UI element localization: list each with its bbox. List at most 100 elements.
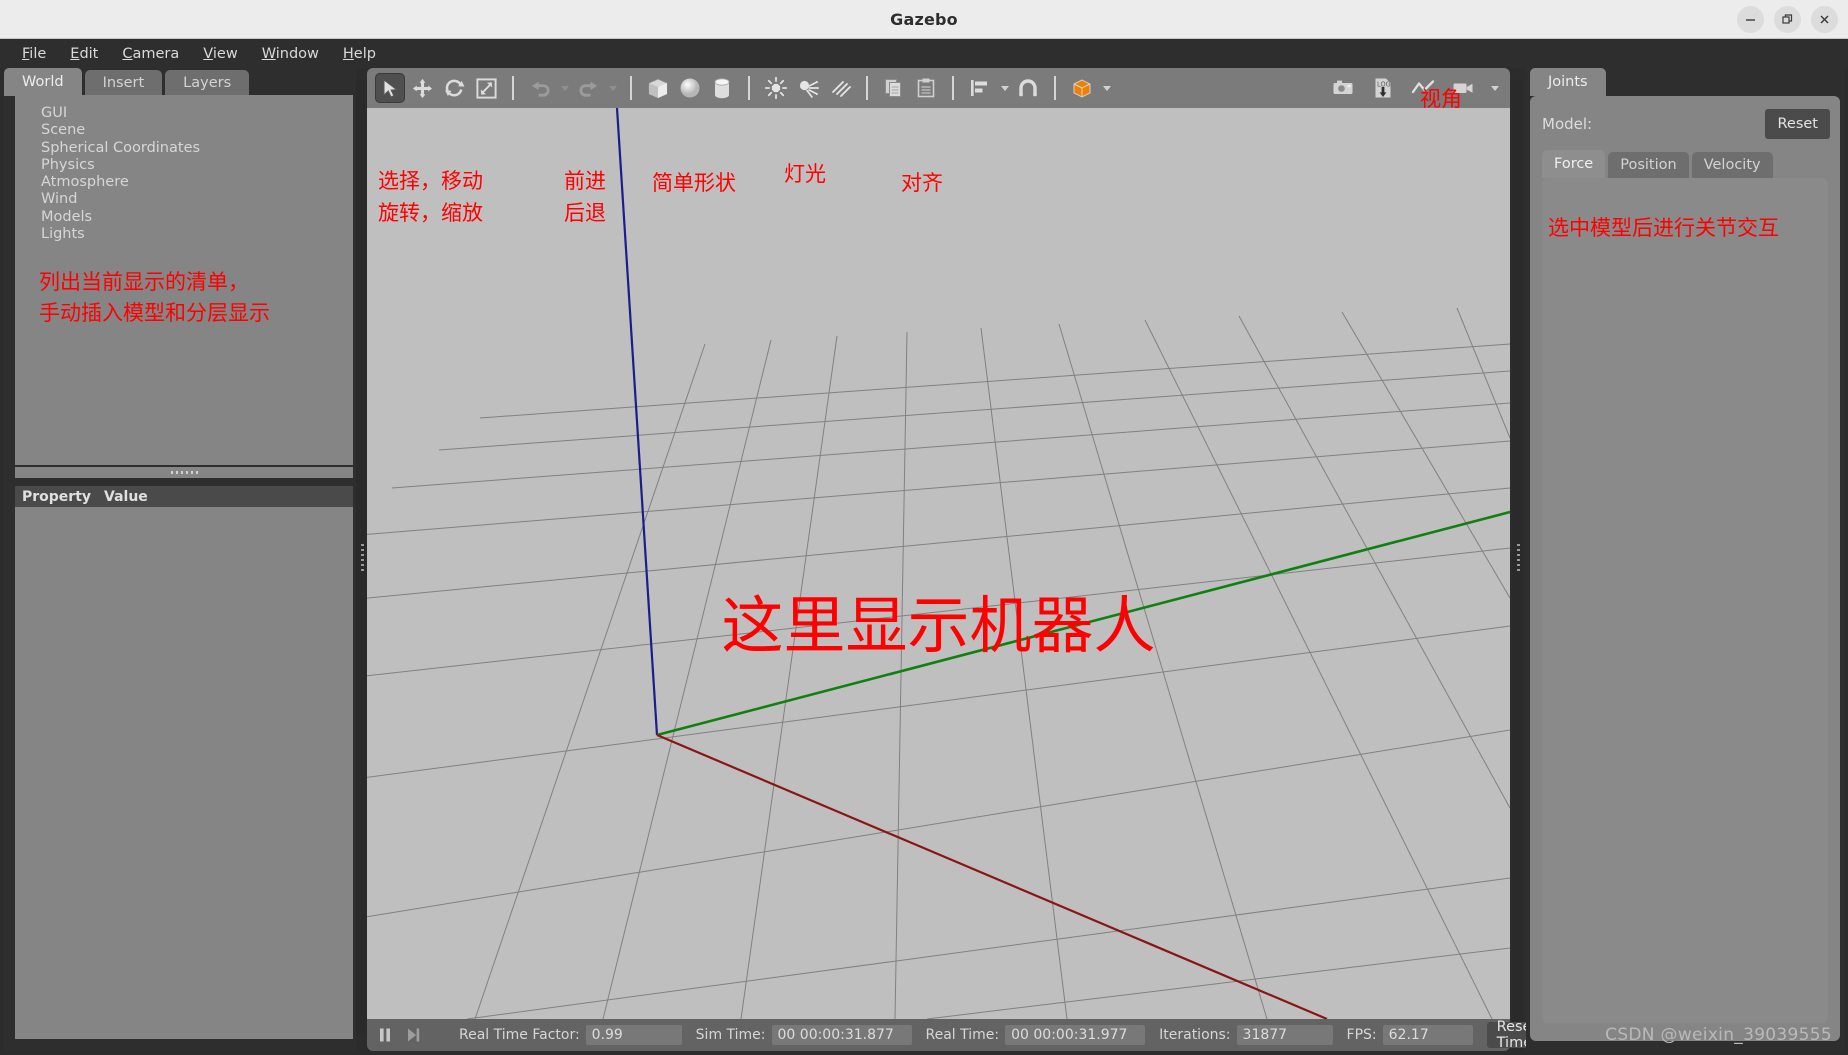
menu-help[interactable]: Help [331,43,388,65]
align-icon [971,80,987,96]
insert-cylinder-button[interactable] [707,73,737,103]
screenshot-button[interactable] [1328,73,1358,103]
undo-button[interactable] [525,73,555,103]
select-mode-button[interactable] [375,73,405,103]
main-toolbar: LOG [367,68,1510,108]
splitter-grip-icon [170,471,198,474]
window-titlebar: Gazebo [0,0,1848,39]
minimize-button[interactable] [1737,6,1764,33]
render-viewport-3d[interactable]: 选择，移动 旋转，缩放 前进 后退 简单形状 灯光 对齐 这里显示机器人 [367,108,1510,1019]
sphere-icon [680,78,700,98]
align-dropdown[interactable] [997,73,1011,103]
undo-arrow-icon [531,81,550,97]
tree-item-models[interactable]: Models [41,209,353,226]
watermark-text: CSDN @weixin_39039555 [1605,1025,1832,1045]
tree-item-gui[interactable]: GUI [41,105,353,122]
tree-item-wind[interactable]: Wind [41,191,353,208]
value-iterations: 31877 [1236,1025,1333,1045]
paste-icon [917,78,935,98]
column-header-value: Value [104,488,148,505]
label-fps: FPS: [1346,1027,1377,1043]
close-button[interactable] [1811,6,1838,33]
cube-icon [648,78,668,99]
left-panel: World Insert Layers GUI Scene Spherical … [4,68,356,1051]
menu-window[interactable]: Window [250,43,331,65]
snap-button[interactable] [1013,73,1043,103]
left-panel-splitter[interactable] [15,467,353,478]
toolbar-separator [748,76,750,100]
paste-button[interactable] [911,73,941,103]
spot-light-icon [799,80,820,98]
insert-box-button[interactable] [643,73,673,103]
chevron-down-icon [1000,85,1009,91]
translate-mode-button[interactable] [407,73,437,103]
viewport-right-splitter[interactable] [1512,80,1524,1035]
insert-directional-light-button[interactable] [825,73,855,103]
center-area: LOG 选择，移动 旋转，缩放 前进 后退 简单形状 灯光 对齐 这里显示机器人… [367,68,1548,1051]
tab-joints[interactable]: Joints [1530,68,1606,96]
tab-world[interactable]: World [4,68,82,96]
cursor-arrow-icon [383,78,398,98]
align-button[interactable] [965,73,995,103]
view-angle-button[interactable] [1067,73,1097,103]
redo-history-dropdown[interactable] [605,73,619,103]
view-angle-dropdown[interactable] [1099,73,1113,103]
property-table-body [15,507,353,1039]
toolbar-separator [952,76,954,100]
tab-force[interactable]: Force [1542,150,1606,178]
undo-history-dropdown[interactable] [557,73,571,103]
joint-control-pane: 选中模型后进行关节交互 [1542,178,1828,1023]
tree-item-physics[interactable]: Physics [41,157,353,174]
tree-item-spherical-coordinates[interactable]: Spherical Coordinates [41,140,353,157]
tab-layers[interactable]: Layers [165,70,250,96]
copy-icon [885,79,901,97]
menu-file[interactable]: File [10,43,58,65]
tree-item-lights[interactable]: Lights [41,226,353,243]
tree-item-scene[interactable]: Scene [41,122,353,139]
rotate-mode-button[interactable] [439,73,469,103]
directional-light-icon [832,81,851,97]
insert-spot-light-button[interactable] [793,73,823,103]
scale-mode-button[interactable] [471,73,501,103]
chevron-down-icon [1102,85,1111,91]
pause-button[interactable] [375,1022,395,1048]
step-forward-button[interactable] [403,1022,423,1048]
window-controls [1737,6,1838,33]
reset-button[interactable]: Reset [1765,109,1830,139]
label-real-time: Real Time: [925,1027,1000,1043]
window-title: Gazebo [890,9,958,29]
value-fps: 62.17 [1382,1025,1473,1045]
menu-view[interactable]: View [191,43,249,65]
rotate-icon [444,79,464,96]
tree-item-atmosphere[interactable]: Atmosphere [41,174,353,191]
toolbar-separator [512,76,514,100]
record-video-dropdown[interactable] [1488,73,1500,103]
scene-grid [367,108,1510,1019]
menu-edit[interactable]: Edit [58,43,110,65]
copy-button[interactable] [879,73,909,103]
chevron-down-icon [560,85,569,91]
redo-button[interactable] [573,73,603,103]
value-real-time-factor: 0.99 [585,1025,682,1045]
chevron-down-icon [1490,85,1499,91]
gazebo-window: Gazebo File Edit Camera View Window Help… [0,0,1848,1055]
splitter-grip-icon [1516,544,1520,571]
pause-icon [380,1028,390,1042]
orange-cube-icon [1073,79,1091,98]
chevron-down-icon [608,85,617,91]
cylinder-icon [714,78,730,99]
toolbar-right-group: LOG [1328,73,1500,103]
tab-insert[interactable]: Insert [84,70,163,96]
model-label: Model: [1542,115,1593,133]
tab-position[interactable]: Position [1608,152,1689,178]
toolbar-annotation-view-angle: 视角 [1420,87,1462,111]
maximize-button[interactable] [1774,6,1801,33]
log-button[interactable]: LOG [1368,73,1398,103]
tab-velocity[interactable]: Velocity [1691,152,1773,178]
property-table-header: Property Value [15,486,353,507]
label-real-time-factor: Real Time Factor: [459,1027,580,1043]
toolbar-separator [866,76,868,100]
insert-point-light-button[interactable] [761,73,791,103]
menu-camera[interactable]: Camera [110,43,191,65]
insert-sphere-button[interactable] [675,73,705,103]
